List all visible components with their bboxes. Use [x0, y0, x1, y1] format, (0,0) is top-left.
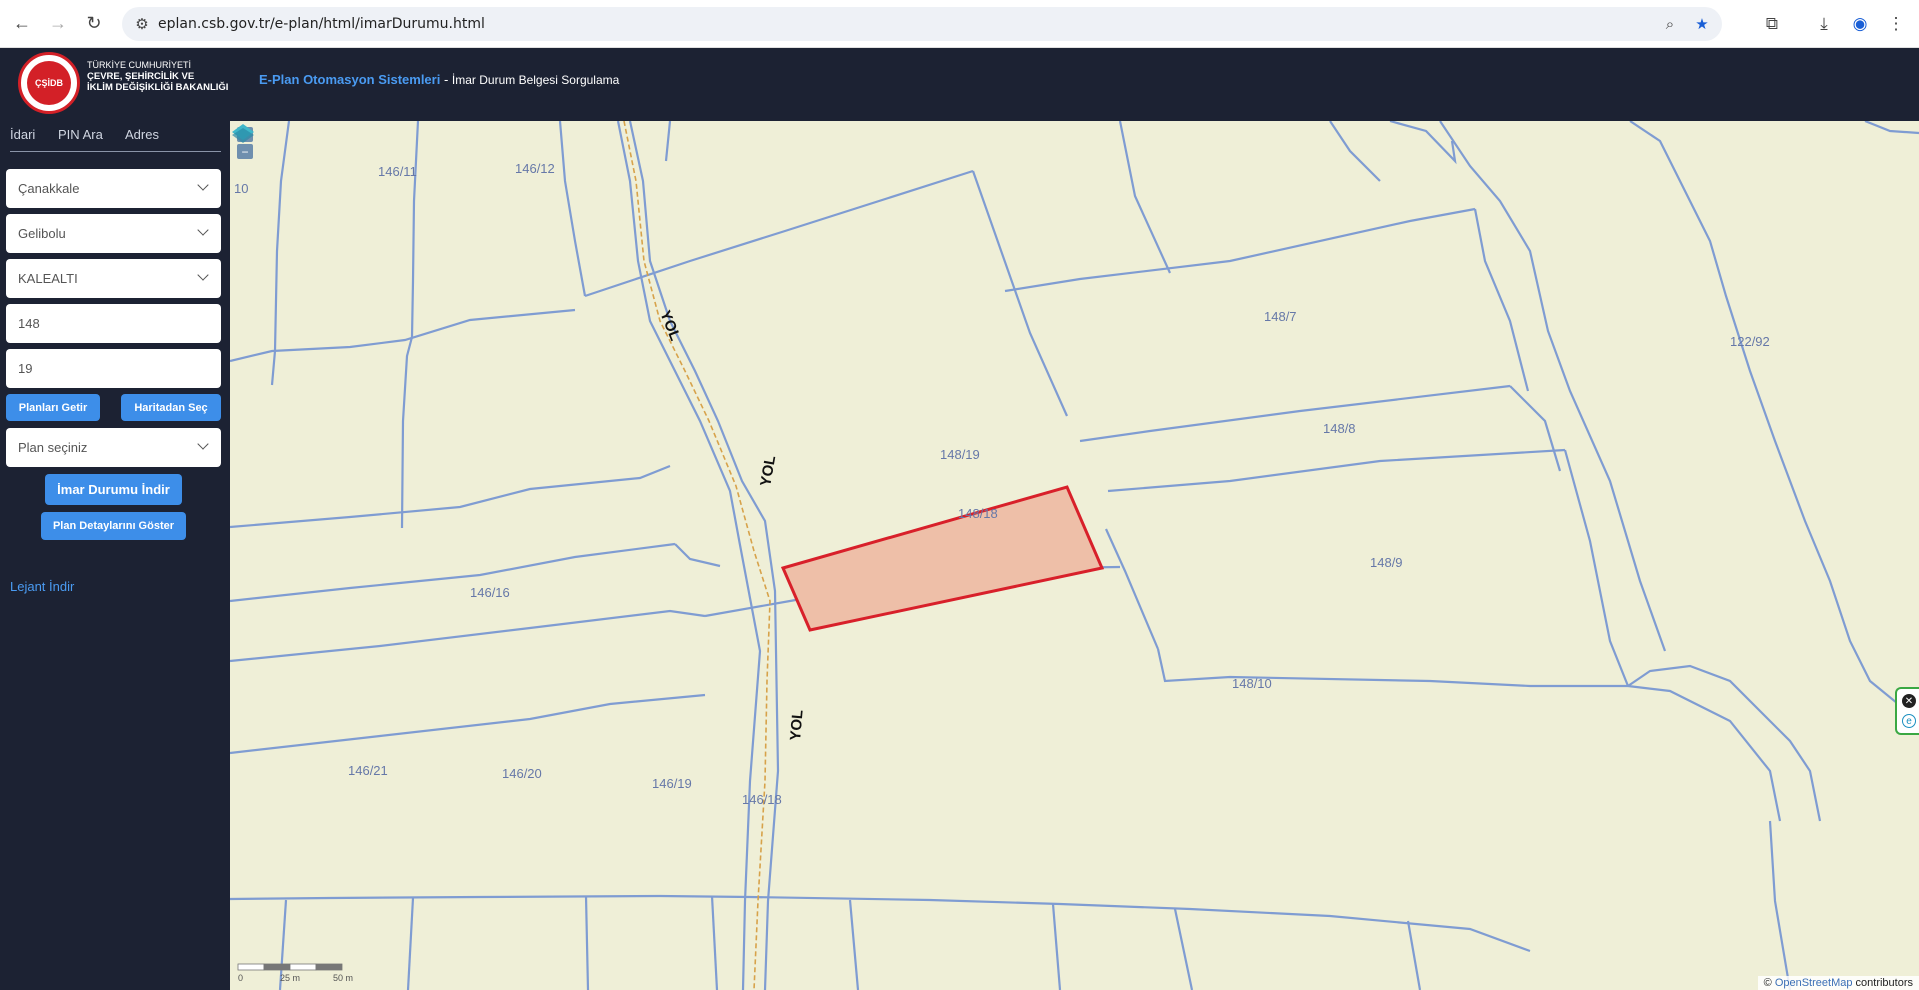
parcel-input[interactable]: 19	[6, 349, 221, 388]
close-circle-icon[interactable]: ✕	[1902, 694, 1916, 708]
road-labels: YOL YOL YOL	[656, 308, 806, 741]
tab-adres[interactable]: Adres	[125, 127, 159, 142]
road-label: YOL	[656, 308, 683, 343]
chevron-down-icon	[197, 269, 209, 281]
selected-parcel-label: 148/19	[940, 447, 980, 462]
parcel-map[interactable]: 146/11 146/12 10 148/7 122/92 148/8 148/19 148/…	[230, 121, 1919, 990]
province-value: Çanakkale	[18, 181, 80, 196]
map-attribution: © OpenStreetMap contributors	[1757, 976, 1919, 990]
select-from-map-button[interactable]: Haritadan Seç	[121, 394, 221, 421]
title-separator: -	[440, 72, 452, 87]
brand-title: E-Plan Otomasyon Sistemleri	[259, 72, 441, 87]
road-centerline	[623, 121, 771, 990]
forward-arrow-icon[interactable]: →	[45, 10, 71, 36]
download-icon[interactable]: ⤓	[1812, 12, 1836, 36]
attribution-suffix: contributors	[1852, 977, 1913, 989]
bookmark-star-icon[interactable]: ★	[1692, 14, 1712, 34]
zoom-magnifier-icon[interactable]: ⌕	[1660, 14, 1680, 34]
parcel-value: 19	[18, 361, 33, 376]
neighborhood-select[interactable]: KALEALTI	[6, 259, 221, 298]
road-label: YOL	[757, 454, 779, 487]
neighborhood-value: KALEALTI	[18, 271, 78, 286]
plan-details-button[interactable]: Plan Detaylarını Göster	[41, 512, 186, 540]
scale-label-50: 50 m	[333, 973, 353, 983]
parcel-label: 148/9	[1370, 555, 1403, 570]
page-title: E-Plan Otomasyon Sistemleri - İmar Durum…	[259, 72, 619, 87]
layers-icon[interactable]	[230, 121, 256, 147]
ministry-name: TÜRKİYE CUMHURİYETİ ÇEVRE, ŞEHİRCİLİK VE…	[87, 60, 228, 93]
parcel-label: 10	[234, 181, 248, 196]
scale-bar: 0 25 m 50 m	[236, 960, 366, 984]
parcel-label: 146/21	[348, 763, 388, 778]
road-label: YOL	[787, 709, 807, 741]
chevron-down-icon	[197, 438, 209, 450]
side-tool-panel: ✕ e	[1895, 687, 1919, 735]
block-input[interactable]: 148	[6, 304, 221, 343]
selected-parcel[interactable]	[780, 485, 1105, 632]
download-zoning-button[interactable]: İmar Durumu İndir	[45, 474, 182, 505]
parcel-label: 146/20	[502, 766, 542, 781]
site-info-icon[interactable]: ⚙	[132, 14, 152, 34]
chevron-down-icon	[197, 179, 209, 191]
reload-icon[interactable]: ↻	[81, 10, 107, 36]
openstreetmap-link[interactable]: OpenStreetMap	[1775, 977, 1853, 989]
menu-kebab-icon[interactable]: ⋮	[1884, 12, 1908, 36]
tab-idari[interactable]: İdari	[10, 127, 35, 142]
chevron-down-icon	[197, 224, 209, 236]
scale-label-0: 0	[238, 973, 243, 983]
profile-icon[interactable]: ◉	[1848, 12, 1872, 36]
map-view[interactable]: 146/11 146/12 10 148/7 122/92 148/8 148/19 148/…	[230, 121, 1919, 990]
attribution-prefix: ©	[1763, 977, 1775, 989]
tab-pin-ara[interactable]: PIN Ara	[58, 127, 103, 142]
browser-toolbar: ← → ↻ ⚙ eplan.csb.gov.tr/e-plan/html/ima…	[0, 0, 1919, 48]
ministry-logo: ÇŞİDB	[18, 52, 80, 114]
e-logo-icon[interactable]: e	[1902, 714, 1916, 728]
address-bar[interactable]: ⚙ eplan.csb.gov.tr/e-plan/html/imarDurum…	[122, 7, 1722, 41]
back-arrow-icon[interactable]: ←	[9, 10, 35, 36]
district-select[interactable]: Gelibolu	[6, 214, 221, 253]
ministry-line-2: ÇEVRE, ŞEHİRCİLİK VE	[87, 71, 195, 82]
parcel-label: 146/19	[652, 776, 692, 791]
parcel-label: 146/12	[515, 161, 555, 176]
url-text: eplan.csb.gov.tr/e-plan/html/imarDurumu.…	[158, 16, 485, 32]
block-value: 148	[18, 316, 40, 331]
get-plans-button[interactable]: Planları Getir	[6, 394, 100, 421]
tab-divider	[10, 151, 221, 152]
plan-select-value: Plan seçiniz	[18, 440, 88, 455]
page-subtitle: İmar Durum Belgesi Sorgulama	[451, 73, 620, 87]
parcel-label: 122/92	[1730, 334, 1770, 349]
parcel-label: 148/18	[958, 506, 998, 521]
parcel-label: 148/7	[1264, 309, 1297, 324]
ministry-line-3: İKLİM DEĞİŞİKLİĞİ BAKANLIĞI	[87, 82, 229, 93]
legend-download-link[interactable]: Lejant İndir	[10, 579, 74, 594]
sidebar: İdari PIN Ara Adres Çanakkale Gelibolu K…	[0, 121, 230, 990]
plan-select[interactable]: Plan seçiniz	[6, 428, 221, 467]
ministry-line-1: TÜRKİYE CUMHURİYETİ	[87, 60, 192, 70]
scale-label-25: 25 m	[280, 973, 300, 983]
parcel-label: 146/16	[470, 585, 510, 600]
province-select[interactable]: Çanakkale	[6, 169, 221, 208]
parcel-label: 146/18	[742, 792, 782, 807]
parcel-label: 148/8	[1323, 421, 1356, 436]
parcel-label: 146/11	[378, 164, 417, 179]
parcel-label: 148/10	[1232, 676, 1272, 691]
parcel-labels: 146/11 146/12 10 148/7 122/92 148/8 148/19 148/…	[234, 161, 1770, 807]
district-value: Gelibolu	[18, 226, 66, 241]
extensions-icon[interactable]: ⧉	[1760, 12, 1784, 36]
road-edges	[616, 121, 780, 990]
